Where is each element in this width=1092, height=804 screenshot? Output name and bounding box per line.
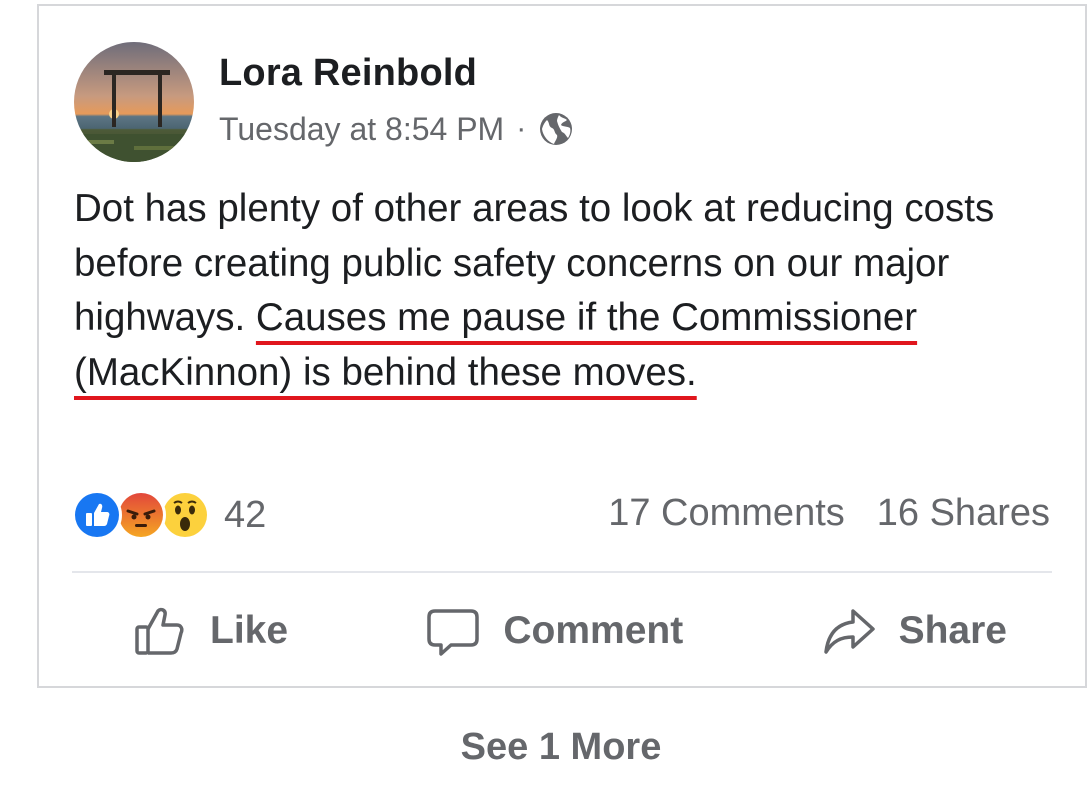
post-card: Lora Reinbold Tuesday at 8:54 PM · Dot h… [37, 4, 1087, 688]
see-more-link[interactable]: See 1 More [0, 726, 1092, 769]
share-label: Share [898, 609, 1007, 652]
reaction-count: 42 [224, 493, 267, 536]
timestamp[interactable]: Tuesday at 8:54 PM [219, 111, 504, 148]
avatar-image [74, 42, 194, 162]
post-text: Dot has plenty of other areas to look at… [74, 182, 1034, 400]
like-reaction-icon [72, 490, 122, 540]
like-button[interactable]: Like [132, 603, 288, 659]
comment-bubble-icon [425, 603, 481, 659]
post-meta: Tuesday at 8:54 PM · [219, 107, 574, 151]
shares-count-link[interactable]: 16 Shares [877, 492, 1050, 535]
reactions-summary[interactable]: 42 [72, 488, 266, 542]
action-bar: Like Comment Share [72, 596, 1052, 666]
angry-reaction-icon [116, 490, 166, 540]
avatar[interactable] [74, 42, 194, 162]
meta-separator: · [516, 112, 527, 145]
thumbs-up-icon [132, 603, 188, 659]
comment-button[interactable]: Comment [425, 603, 683, 659]
comment-label: Comment [503, 609, 684, 652]
engagement-stats: 17 Comments 16 Shares [608, 492, 1050, 535]
globe-icon [538, 111, 574, 147]
wow-reaction-icon [160, 490, 210, 540]
share-arrow-icon [821, 603, 877, 659]
share-button[interactable]: Share [821, 603, 1007, 659]
comments-count-link[interactable]: 17 Comments [608, 492, 845, 535]
like-label: Like [210, 609, 289, 652]
author-name[interactable]: Lora Reinbold [219, 52, 477, 95]
divider [72, 571, 1052, 573]
